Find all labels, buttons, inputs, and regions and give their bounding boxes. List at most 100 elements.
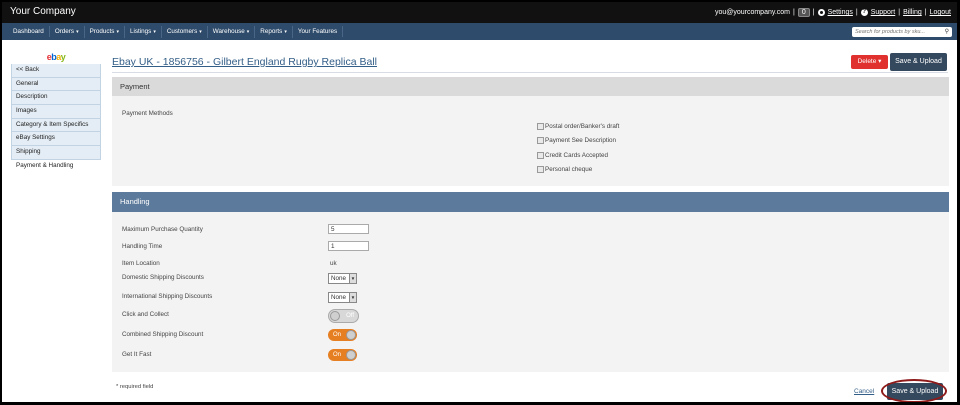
checkbox[interactable]: [537, 166, 544, 173]
payment-panel: Payment Payment Methods Postal order/Ban…: [112, 77, 949, 186]
option-label: Credit Cards Accepted: [545, 152, 608, 159]
handling-panel: Handling Maximum Purchase Quantity 5 Han…: [112, 192, 949, 372]
search-input[interactable]: [852, 27, 941, 37]
chevron-down-icon: ▾: [878, 58, 882, 65]
combined-discount-toggle[interactable]: On: [328, 329, 357, 341]
option-label: Postal order/Banker's draft: [545, 123, 620, 130]
help-icon[interactable]: ?: [860, 9, 868, 16]
support-link[interactable]: Support: [871, 9, 896, 16]
payment-method-option[interactable]: Postal order/Banker's draft: [537, 123, 619, 130]
handling-header: Handling: [112, 192, 949, 212]
nav-item-label: Customers: [166, 27, 198, 35]
sidebar-item-shipping[interactable]: Shipping: [11, 146, 101, 160]
delete-button[interactable]: Delete ▾: [851, 55, 888, 69]
nav-item-label: Orders: [54, 27, 75, 35]
nav-item-reports[interactable]: Reports ▾: [255, 25, 293, 38]
chevron-down-icon: ▾: [199, 28, 202, 35]
option-label: Payment See Description: [545, 137, 617, 144]
chevron-down-icon: ▾: [284, 28, 287, 35]
combined-discount-label: Combined Shipping Discount: [122, 331, 204, 338]
checkbox[interactable]: [537, 123, 544, 130]
click-collect-label: Click and Collect: [122, 311, 169, 318]
sidebar-item-category[interactable]: Category & Item Specifics: [11, 118, 101, 133]
nav-items: Dashboard Orders ▾ Products ▾ Listings ▾ Custom…: [8, 23, 344, 40]
payment-methods-label: Payment Methods: [122, 110, 173, 117]
product-search[interactable]: ⚲: [852, 27, 952, 37]
nav-item-products[interactable]: Products ▾: [85, 25, 125, 38]
app-window: Your Company you@yourcompany.com | 0 | S…: [2, 2, 957, 402]
required-note: * required field: [116, 384, 154, 390]
sidebar-item-images[interactable]: Images: [11, 105, 101, 119]
payment-method-option[interactable]: Personal cheque: [537, 166, 592, 173]
international-discount-label: International Shipping Discounts: [122, 293, 213, 300]
highlight-ring: [881, 379, 947, 402]
nav-item-customers[interactable]: Customers ▾: [162, 25, 208, 38]
payment-header: Payment: [112, 77, 949, 96]
payment-method-option[interactable]: Credit Cards Accepted: [537, 152, 608, 159]
nav-item-dashboard[interactable]: Dashboard: [8, 26, 50, 37]
international-discount-select[interactable]: None ▼: [328, 292, 357, 303]
get-it-fast-label: Get It Fast: [122, 351, 152, 358]
sidebar-item-payment-handling[interactable]: Payment & Handling: [11, 159, 101, 174]
nav-item-label: Your Features: [297, 28, 338, 35]
select-value: None: [331, 275, 347, 282]
select-value: None: [331, 294, 347, 301]
nav-item-your-features[interactable]: Your Features: [293, 26, 344, 37]
toggle-state: On: [333, 352, 342, 358]
item-location-value: uk: [330, 260, 337, 267]
chevron-down-icon[interactable]: ▼: [349, 274, 356, 283]
sidebar-item-description[interactable]: Description: [11, 91, 101, 106]
checkbox[interactable]: [537, 137, 544, 144]
handling-time-input[interactable]: 1: [328, 241, 369, 251]
sidebar-item-back[interactable]: << Back: [11, 64, 101, 78]
delete-label: Delete: [857, 58, 877, 65]
gear-icon[interactable]: [817, 9, 825, 16]
checkbox[interactable]: [537, 152, 544, 159]
max-qty-input[interactable]: 5: [328, 224, 369, 234]
main-nav: Dashboard Orders ▾ Products ▾ Listings ▾ Custom…: [2, 23, 957, 40]
logout-link[interactable]: Logout: [930, 9, 951, 16]
click-collect-toggle[interactable]: Off: [328, 309, 359, 323]
chevron-down-icon: ▾: [153, 28, 156, 35]
nav-item-listings[interactable]: Listings ▾: [125, 25, 162, 38]
ebay-logo: ebay: [11, 50, 101, 64]
page-title[interactable]: Ebay UK - 1856756 - Gilbert England Rugb…: [112, 56, 377, 68]
get-it-fast-toggle[interactable]: On: [328, 349, 357, 361]
payment-method-option[interactable]: Payment See Description: [537, 137, 616, 144]
separator: |: [793, 9, 795, 16]
domestic-discount-label: Domestic Shipping Discounts: [122, 274, 204, 281]
separator: |: [812, 9, 815, 16]
nav-item-warehouse[interactable]: Warehouse ▾: [208, 25, 256, 38]
sidebar: ebay << Back General Description Images …: [11, 50, 101, 174]
account-bar: you@yourcompany.com | 0 | Settings | ? S…: [715, 8, 951, 17]
toggle-state: Off: [346, 313, 354, 319]
save-upload-button[interactable]: Save & Upload: [890, 53, 947, 71]
chevron-down-icon[interactable]: ▼: [349, 293, 356, 302]
handling-time-label: Handling Time: [122, 243, 163, 250]
cancel-link[interactable]: Cancel: [854, 388, 874, 395]
settings-link[interactable]: Settings: [828, 9, 853, 16]
separator: |: [924, 9, 927, 16]
separator: |: [898, 9, 901, 16]
toggle-knob: [346, 350, 356, 360]
nav-item-label: Warehouse: [212, 27, 245, 35]
notification-badge[interactable]: 0: [797, 8, 810, 17]
sidebar-item-general[interactable]: General: [11, 77, 101, 92]
divider: [112, 72, 948, 73]
chevron-down-icon: ▾: [116, 28, 119, 35]
chevron-down-icon: ▾: [76, 28, 79, 35]
search-icon[interactable]: ⚲: [945, 28, 949, 35]
option-label: Personal cheque: [545, 166, 593, 173]
account-email: you@yourcompany.com: [714, 9, 791, 16]
brand-name[interactable]: Your Company: [10, 6, 76, 17]
separator: |: [855, 9, 858, 16]
nav-item-label: Dashboard: [13, 28, 44, 35]
nav-item-orders[interactable]: Orders ▾: [50, 25, 85, 38]
sidebar-item-ebay-settings[interactable]: eBay Settings: [11, 132, 101, 147]
toggle-knob: [346, 330, 356, 340]
logo-letter: y: [60, 52, 66, 62]
toggle-state: On: [333, 332, 342, 338]
domestic-discount-select[interactable]: None ▼: [328, 273, 357, 284]
billing-link[interactable]: Billing: [903, 9, 922, 16]
chevron-down-icon: ▾: [246, 28, 250, 35]
